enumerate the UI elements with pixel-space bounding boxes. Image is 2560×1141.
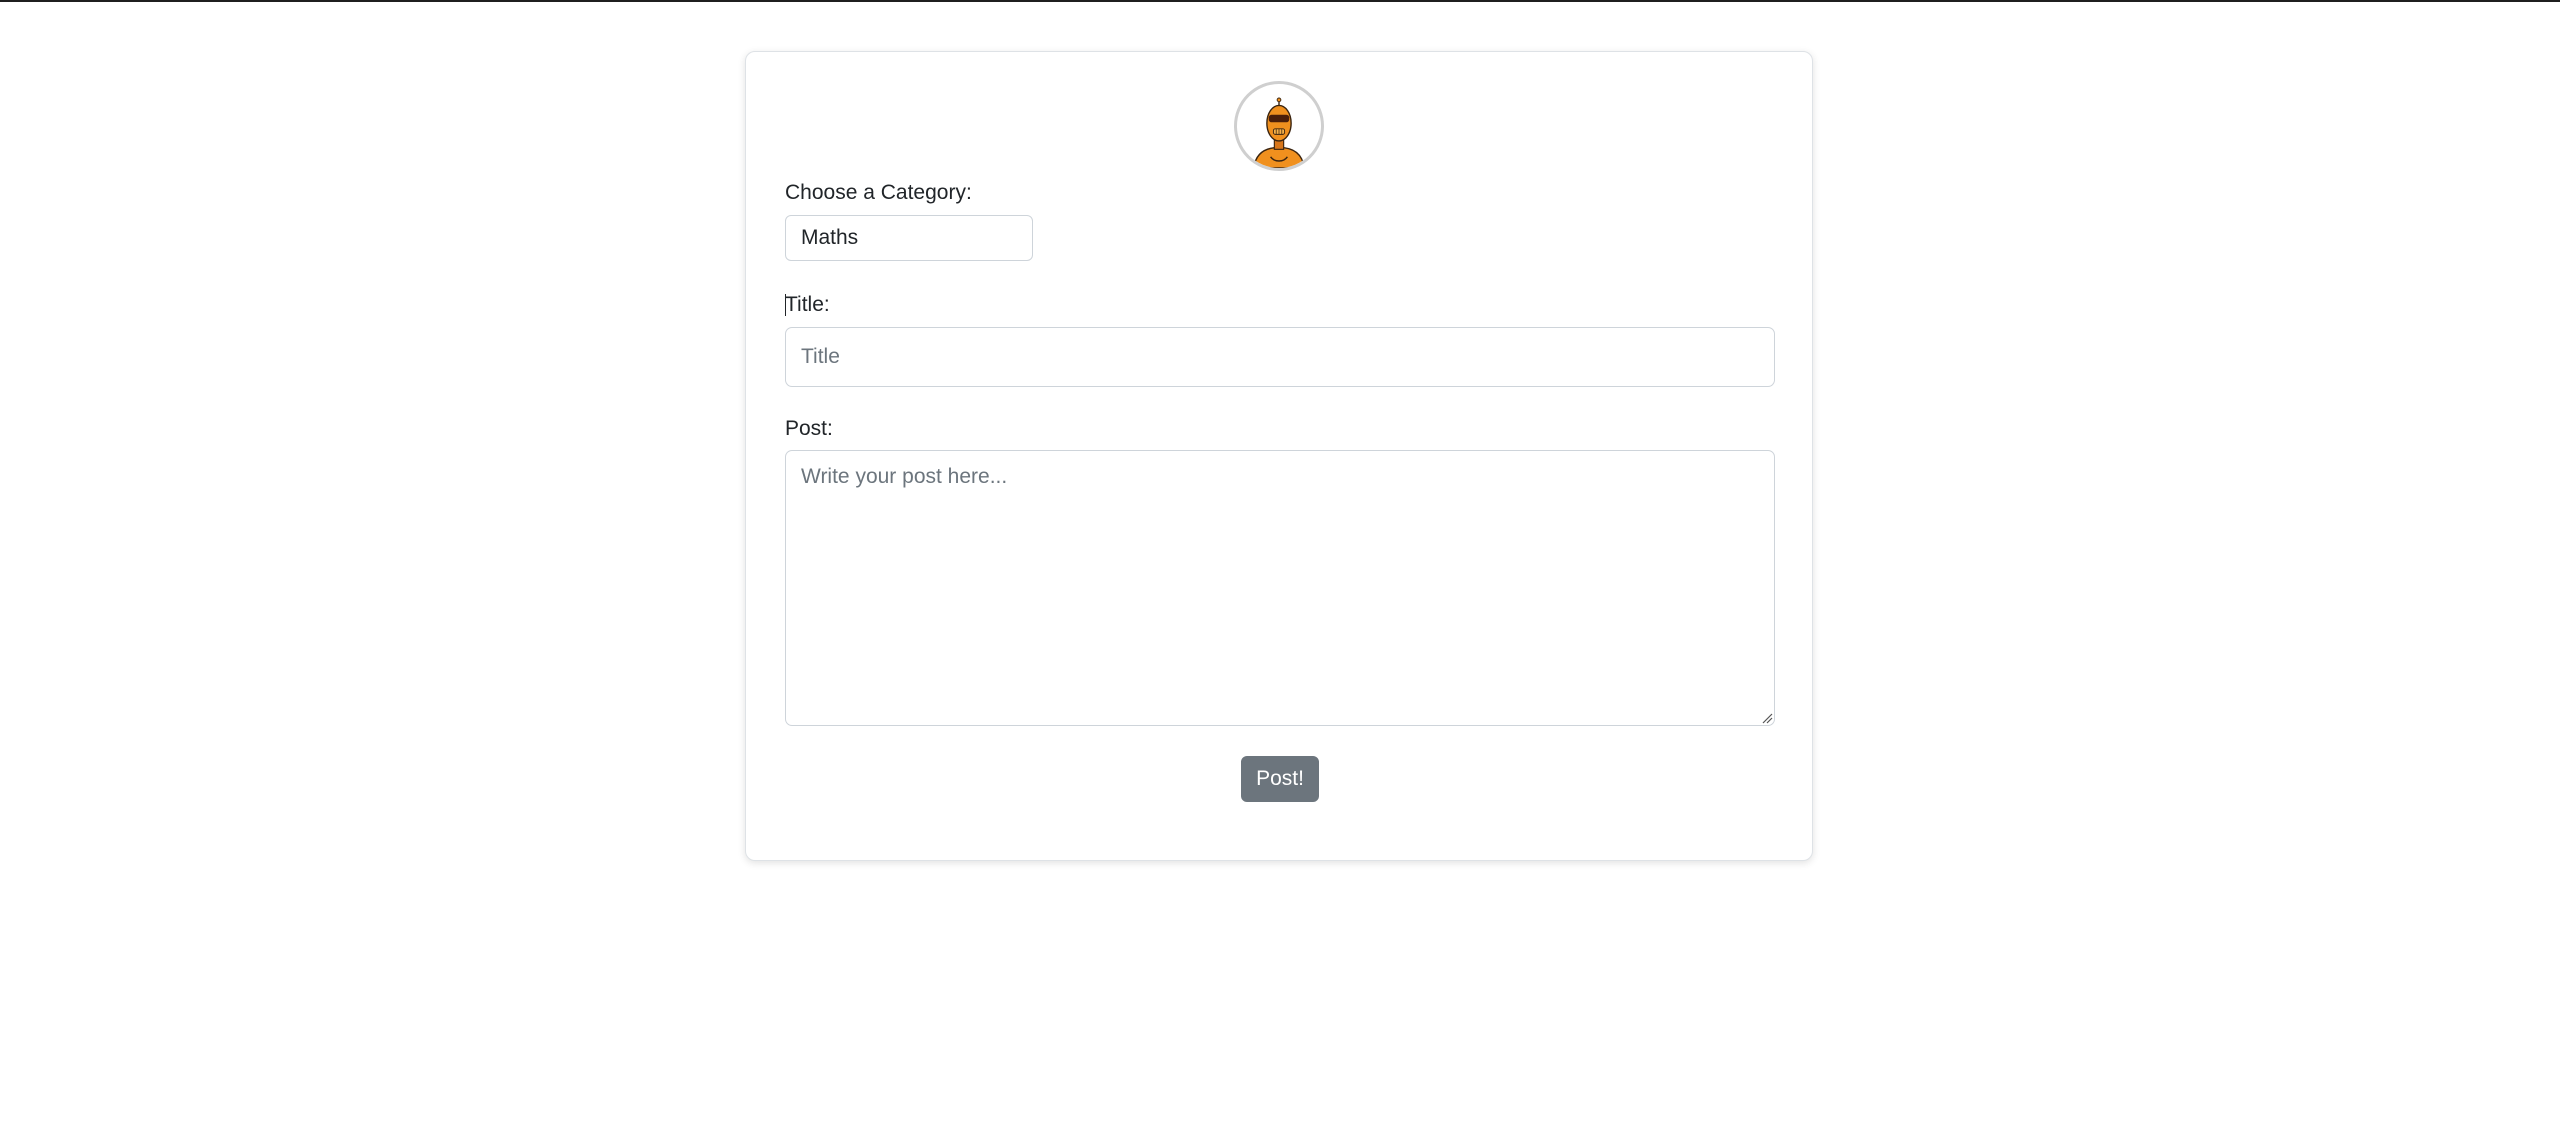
title-label: Title:: [785, 293, 830, 316]
resize-handle-icon[interactable]: [1761, 712, 1773, 724]
top-border: [0, 0, 2560, 2]
post-label: Post:: [785, 417, 833, 440]
new-post-card: Choose a Category: Maths Title: Post: Po…: [745, 51, 1813, 861]
robot-avatar-icon: [1253, 97, 1305, 168]
post-textarea[interactable]: [785, 450, 1775, 726]
category-select[interactable]: Maths: [785, 215, 1033, 261]
category-label: Choose a Category:: [785, 181, 972, 204]
title-input[interactable]: [785, 327, 1775, 387]
avatar: [1234, 81, 1324, 171]
text-cursor: [785, 294, 786, 316]
post-submit-button[interactable]: Post!: [1241, 756, 1319, 802]
